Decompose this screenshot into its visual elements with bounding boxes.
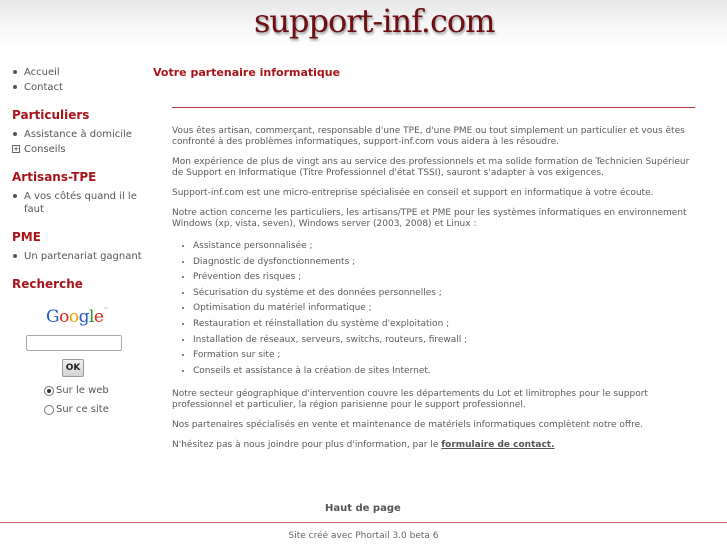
footer-divider (0, 522, 727, 523)
header-banner: support-inf.com (0, 0, 727, 47)
google-logo: Google™ (46, 307, 108, 327)
section-list-artisans: A vos côtés quand il le faut (12, 190, 142, 216)
sidebar-item-contact[interactable]: Contact (12, 81, 142, 94)
main-content: Votre partenaire informatique Vous êtes … (153, 66, 698, 460)
paragraph: Mon expérience de plus de vingt ans au s… (172, 157, 690, 178)
list-item: Sécurisation du système et des données p… (193, 286, 695, 302)
list-item: Optimisation du matériel informatique ; (193, 301, 695, 317)
sidebar-item-partenariat[interactable]: Un partenariat gagnant (12, 250, 142, 263)
title-divider (172, 107, 695, 108)
radio-label: Sur ce site (56, 404, 109, 415)
paragraph: Notre secteur géographique d'interventio… (172, 389, 648, 411)
bullet-icon (13, 132, 17, 136)
sidebar-link[interactable]: Conseils (24, 144, 66, 155)
search-box: Google™ OK Sur le web Sur ce site (12, 307, 142, 415)
list-item: Diagnostic de dysfonctionnements ; (193, 255, 695, 271)
list-item: Formation sur site ; (193, 348, 695, 364)
section-title-particuliers: Particuliers (12, 108, 90, 122)
sidebar-link[interactable]: A vos côtés quand il le faut (24, 191, 137, 215)
sidebar-link[interactable]: Accueil (24, 67, 60, 78)
page-title: Votre partenaire informatique (153, 66, 341, 79)
section-title-pme: PME (12, 230, 41, 244)
article-body: Vous êtes artisan, commerçant, responsab… (172, 126, 695, 451)
list-item: Assistance personnalisée ; (193, 239, 695, 255)
bullet-icon (13, 254, 17, 258)
search-ok-button[interactable]: OK (62, 359, 84, 377)
section-title-artisans: Artisans-TPE (12, 170, 97, 184)
sidebar-item-conseils[interactable]: + Conseils (12, 143, 142, 156)
search-input[interactable] (26, 335, 122, 351)
radio-option-web[interactable]: Sur le web (44, 385, 142, 396)
sidebar-nav: Accueil Contact (12, 66, 142, 94)
list-item: Prévention des risques ; (193, 270, 695, 286)
bullet-icon (13, 85, 17, 89)
footer-credit: Site créé avec Phortail 3.0 beta 6 (288, 531, 439, 541)
paragraph: Vous êtes artisan, commerçant, responsab… (172, 126, 685, 147)
sidebar-item-assistance[interactable]: Assistance à domicile (12, 128, 142, 141)
site-logo[interactable]: support-inf.com (254, 2, 495, 40)
expand-plus-icon[interactable]: + (12, 145, 20, 153)
radio-unselected-icon[interactable] (44, 404, 54, 415)
services-list: Assistance personnalisée ; Diagnostic de… (172, 239, 695, 379)
list-item: Conseils et assistance à la création de … (193, 364, 695, 380)
bullet-icon (13, 70, 17, 74)
section-list-particuliers: Assistance à domicile + Conseils (12, 128, 142, 156)
radio-option-site[interactable]: Sur ce site (44, 404, 142, 415)
sidebar-item-a-vos-cotes[interactable]: A vos côtés quand il le faut (12, 190, 142, 216)
sidebar-item-accueil[interactable]: Accueil (12, 66, 142, 79)
back-to-top-link[interactable]: Haut de page (325, 503, 401, 514)
section-list-pme: Un partenariat gagnant (12, 250, 142, 263)
paragraph: Nos partenaires spécialisés en vente et … (172, 420, 643, 431)
section-title-recherche: Recherche (12, 277, 83, 291)
paragraph: Support-inf.com est une micro-entreprise… (172, 188, 654, 198)
sidebar-link[interactable]: Assistance à domicile (24, 129, 132, 140)
list-item: Installation de réseaux, serveurs, switc… (193, 333, 695, 349)
radio-label: Sur le web (56, 385, 109, 396)
bullet-icon (13, 194, 17, 198)
sidebar-link[interactable]: Un partenariat gagnant (24, 251, 142, 262)
paragraph: N'hésitez pas à nous joindre pour plus d… (172, 440, 555, 451)
radio-selected-icon[interactable] (44, 385, 54, 396)
sidebar: Accueil Contact Particuliers Assistance … (12, 66, 142, 415)
list-item: Restauration et réinstallation du systèm… (193, 317, 695, 333)
paragraph: Notre action concerne les particuliers, … (172, 208, 687, 229)
contact-form-link[interactable]: formulaire de contact. (441, 440, 554, 450)
sidebar-link[interactable]: Contact (24, 82, 63, 93)
